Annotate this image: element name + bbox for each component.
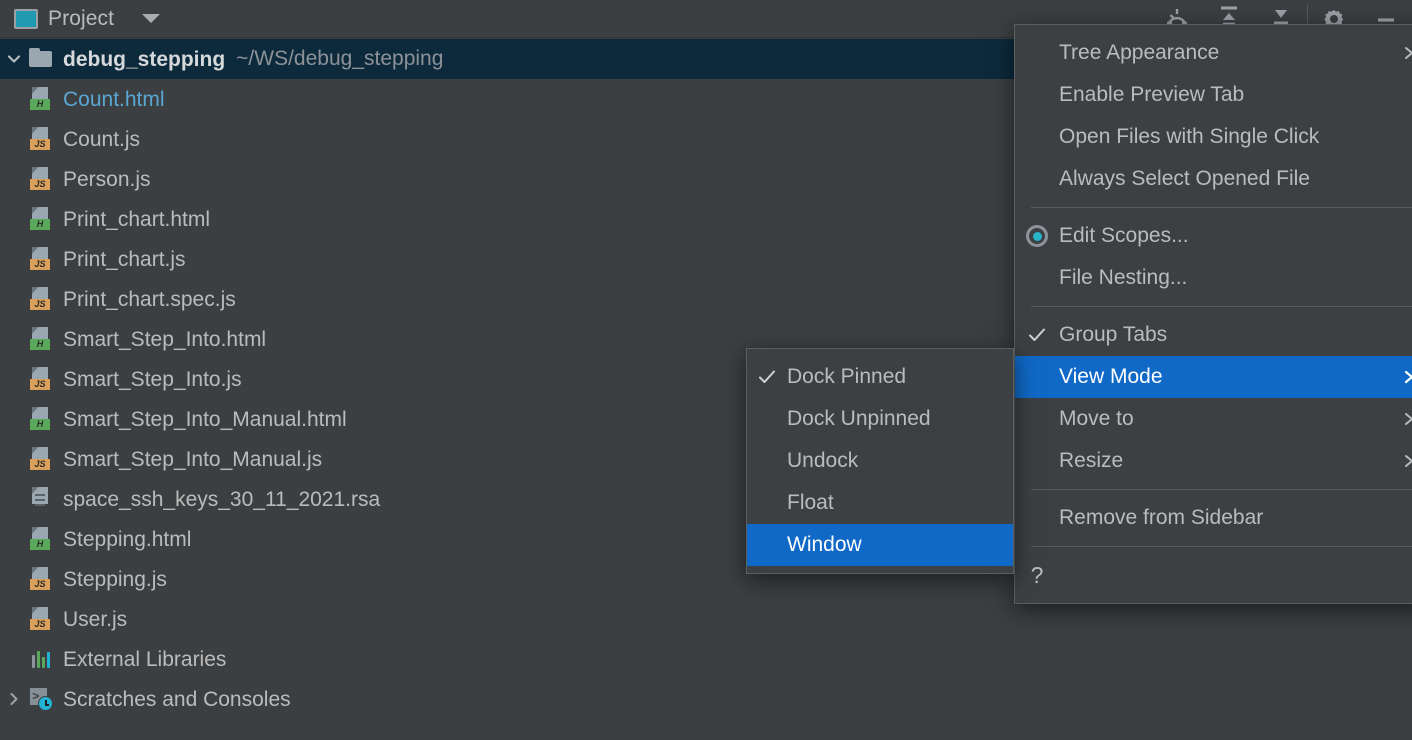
- tool-window-title-group[interactable]: Project: [0, 7, 160, 31]
- tree-item-label: Scratches and Consoles: [63, 689, 291, 710]
- submenu-item-float[interactable]: Float: [747, 482, 1013, 524]
- html-file-icon: H: [28, 326, 54, 352]
- tree-item-label: Person.js: [63, 169, 151, 190]
- menu-item-label: Resize: [1059, 449, 1401, 473]
- chevron-right-icon: [1401, 452, 1412, 470]
- menu-item-label: Group Tabs: [1059, 323, 1412, 347]
- tree-item-label: Count.html: [63, 89, 165, 110]
- html-file-icon: H: [28, 406, 54, 432]
- tree-row-external-libraries[interactable]: External Libraries: [0, 639, 1412, 679]
- question-mark-icon: ?: [1015, 564, 1059, 587]
- menu-item-label: File Nesting...: [1059, 266, 1412, 290]
- view-mode-submenu[interactable]: Dock Pinned Dock Unpinned Undock Float W…: [746, 348, 1014, 574]
- folder-icon: [28, 46, 54, 72]
- tree-item-label: Count.js: [63, 129, 140, 150]
- submenu-item-label: Undock: [787, 449, 1013, 473]
- tree-item-label: Smart_Step_Into_Manual.html: [63, 409, 347, 430]
- menu-item-move-to[interactable]: Move to: [1015, 398, 1412, 440]
- tree-item-label: Print_chart.html: [63, 209, 210, 230]
- js-file-icon: JS: [28, 166, 54, 192]
- chevron-right-icon[interactable]: [0, 690, 28, 708]
- checkmark-icon: [1015, 326, 1059, 344]
- text-file-icon: [28, 486, 54, 512]
- chevron-right-icon: [1401, 410, 1412, 428]
- menu-item-view-mode[interactable]: View Mode: [1015, 356, 1412, 398]
- menu-item-label: View Mode: [1059, 365, 1401, 389]
- menu-item-group-tabs[interactable]: Group Tabs: [1015, 314, 1412, 356]
- menu-item-label: Tree Appearance: [1059, 41, 1401, 65]
- tree-item-label: Smart_Step_Into_Manual.js: [63, 449, 322, 470]
- tree-item-label: Stepping.js: [63, 569, 167, 590]
- submenu-item-label: Dock Unpinned: [787, 407, 1013, 431]
- checkmark-icon: [747, 368, 787, 386]
- js-file-icon: JS: [28, 606, 54, 632]
- tool-window-title: Project: [48, 7, 114, 31]
- html-file-icon: H: [28, 86, 54, 112]
- menu-item-file-nesting[interactable]: File Nesting...: [1015, 257, 1412, 299]
- tree-item-label: space_ssh_keys_30_11_2021.rsa: [63, 489, 380, 510]
- submenu-item-dock-pinned[interactable]: Dock Pinned: [747, 356, 1013, 398]
- ide-project-tool-window: Project: [0, 0, 1412, 740]
- submenu-item-label: Float: [787, 491, 1013, 515]
- tree-item-path: ~/WS/debug_stepping: [236, 47, 443, 71]
- menu-item-remove-from-sidebar[interactable]: Remove from Sidebar: [1015, 497, 1412, 539]
- menu-separator: [1031, 306, 1412, 307]
- tree-item-label: External Libraries: [63, 649, 226, 670]
- tree-item-label: User.js: [63, 609, 127, 630]
- js-file-icon: JS: [28, 566, 54, 592]
- js-file-icon: JS: [28, 446, 54, 472]
- submenu-item-label: Window: [787, 533, 1013, 557]
- scratches-icon: >: [28, 686, 54, 712]
- submenu-item-undock[interactable]: Undock: [747, 440, 1013, 482]
- tree-row-scratches-and-consoles[interactable]: > Scratches and Consoles: [0, 679, 1412, 719]
- menu-item-edit-scopes[interactable]: Edit Scopes...: [1015, 215, 1412, 257]
- menu-item-label: Open Files with Single Click: [1059, 125, 1412, 149]
- tree-item-label: Smart_Step_Into.js: [63, 369, 242, 390]
- chevron-right-icon: [1401, 368, 1412, 386]
- menu-separator: [1031, 546, 1412, 547]
- tree-row-user-js[interactable]: JS User.js: [0, 599, 1412, 639]
- chevron-right-icon: [1401, 44, 1412, 62]
- chevron-down-icon[interactable]: [142, 14, 160, 23]
- submenu-item-window[interactable]: Window: [747, 524, 1013, 566]
- menu-separator: [1031, 489, 1412, 490]
- menu-separator: [1031, 207, 1412, 208]
- menu-item-label: Move to: [1059, 407, 1401, 431]
- tree-item-label: Print_chart.js: [63, 249, 186, 270]
- html-file-icon: H: [28, 206, 54, 232]
- js-file-icon: JS: [28, 366, 54, 392]
- menu-item-label: Always Select Opened File: [1059, 167, 1412, 191]
- menu-item-help[interactable]: ?: [1015, 554, 1412, 596]
- submenu-item-label: Dock Pinned: [787, 365, 1013, 389]
- project-window-icon: [14, 9, 38, 29]
- chevron-down-icon[interactable]: [0, 50, 28, 68]
- js-file-icon: JS: [28, 246, 54, 272]
- menu-item-tree-appearance[interactable]: Tree Appearance: [1015, 32, 1412, 74]
- radio-selected-icon: [1015, 225, 1059, 247]
- menu-item-resize[interactable]: Resize: [1015, 440, 1412, 482]
- submenu-item-dock-unpinned[interactable]: Dock Unpinned: [747, 398, 1013, 440]
- tree-item-label: Smart_Step_Into.html: [63, 329, 266, 350]
- menu-item-open-files-with-single-click[interactable]: Open Files with Single Click: [1015, 116, 1412, 158]
- menu-item-label: Enable Preview Tab: [1059, 83, 1412, 107]
- tree-item-label: Stepping.html: [63, 529, 191, 550]
- menu-item-label: Edit Scopes...: [1059, 224, 1412, 248]
- html-file-icon: H: [28, 526, 54, 552]
- js-file-icon: JS: [28, 126, 54, 152]
- menu-item-enable-preview-tab[interactable]: Enable Preview Tab: [1015, 74, 1412, 116]
- tool-window-options-context-menu[interactable]: Tree Appearance Enable Preview Tab Open …: [1014, 24, 1412, 604]
- external-libraries-icon: [28, 646, 54, 672]
- tree-item-label: Print_chart.spec.js: [63, 289, 236, 310]
- menu-item-always-select-opened-file[interactable]: Always Select Opened File: [1015, 158, 1412, 200]
- menu-item-label: Remove from Sidebar: [1059, 506, 1412, 530]
- tree-item-label: debug_stepping: [63, 49, 225, 70]
- js-file-icon: JS: [28, 286, 54, 312]
